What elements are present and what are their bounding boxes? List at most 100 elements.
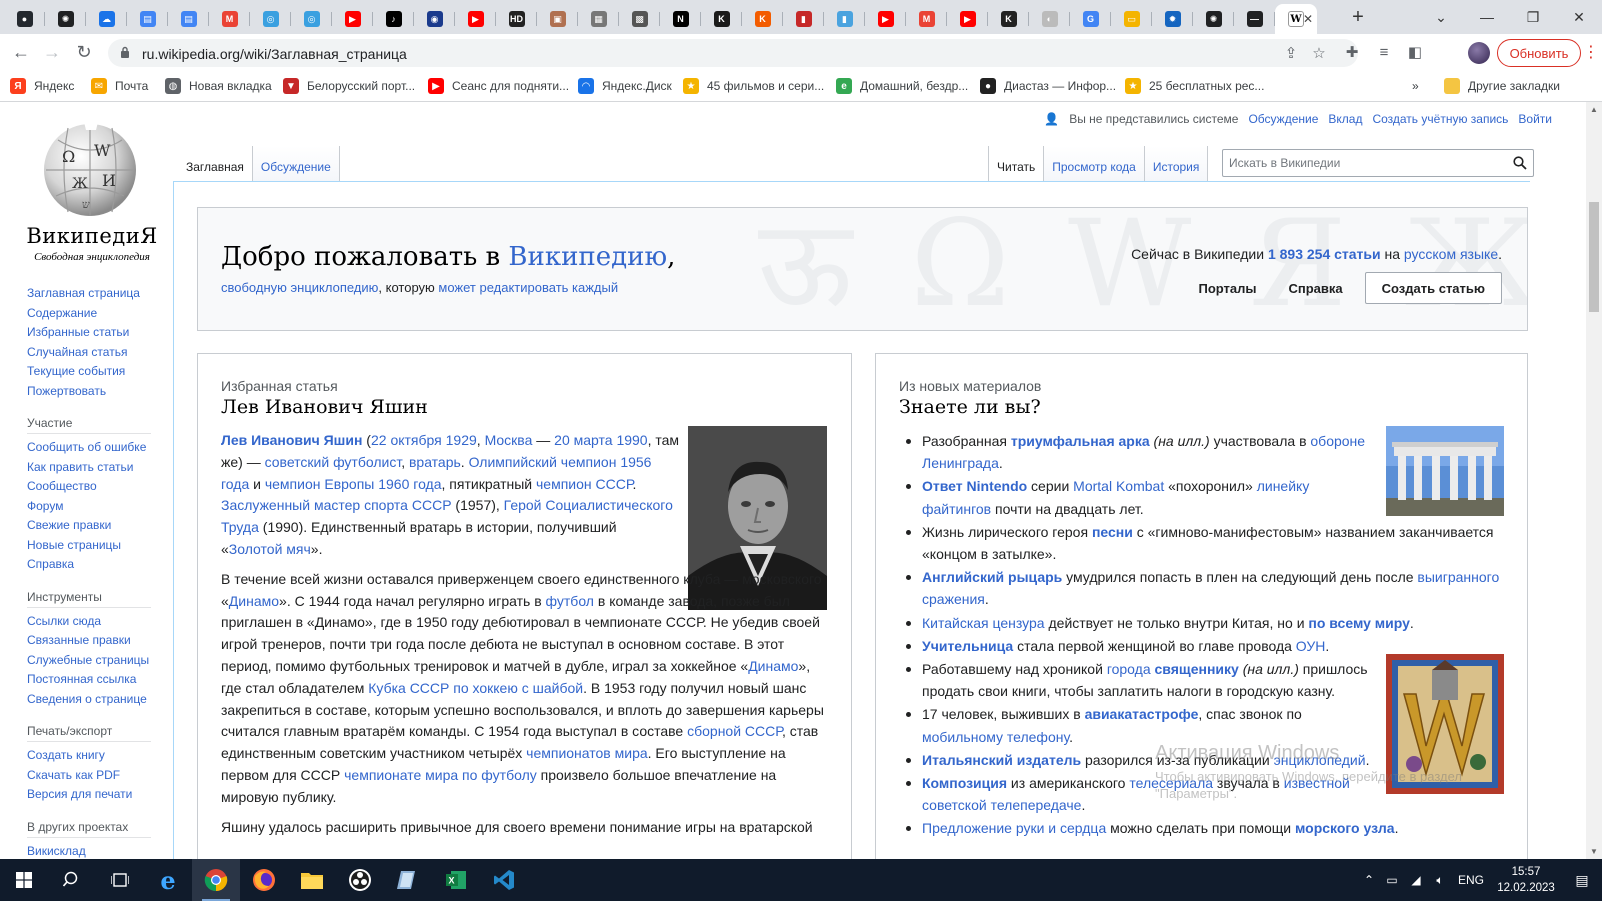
browser-tab[interactable]: M [209, 4, 250, 34]
browser-tab[interactable]: ◎ [250, 4, 291, 34]
sidebar-link[interactable]: Случайная статья [27, 343, 177, 363]
sidebar-link[interactable]: Сообщество [27, 477, 177, 497]
browser-tab[interactable]: ▶ [332, 4, 373, 34]
browser-tab[interactable]: ▶ [455, 4, 496, 34]
talk-link[interactable]: Обсуждение [1248, 112, 1318, 126]
article-link[interactable]: авиакатастрофе [1085, 706, 1199, 722]
free-encyclopedia-link[interactable]: свободную энциклопедию [221, 280, 378, 295]
browser-tab[interactable]: G [1070, 4, 1111, 34]
clock[interactable]: 15:57 12.02.2023 [1490, 864, 1562, 896]
tab-main-page[interactable]: Заглавная [178, 146, 253, 182]
article-link[interactable]: морского узла [1295, 820, 1395, 836]
sidebar-link[interactable]: Служебные страницы [27, 651, 177, 671]
sidebar-link[interactable]: Связанные правки [27, 631, 177, 651]
search-input[interactable] [1223, 150, 1509, 176]
portals-button[interactable]: Порталы [1182, 272, 1272, 304]
back-button[interactable]: ← [9, 40, 33, 64]
browser-tab[interactable]: ✺ [45, 4, 86, 34]
login-link[interactable]: Войти [1518, 112, 1552, 126]
taskbar-search-button[interactable] [48, 859, 96, 901]
article-count-link[interactable]: 1 893 254 статьи [1268, 246, 1381, 262]
article-link[interactable]: телесериала [1129, 775, 1213, 791]
reload-button[interactable]: ↻ [72, 40, 96, 64]
battery-icon[interactable]: ▭ [1380, 873, 1404, 887]
sidebar-link[interactable]: Содержание [27, 304, 177, 324]
extensions-icon[interactable]: ✚ [1342, 42, 1362, 62]
article-link[interactable]: сборной СССР [687, 723, 782, 739]
create-account-link[interactable]: Создать учётную запись [1372, 112, 1508, 126]
sidebar-link[interactable]: Форум [27, 497, 177, 517]
article-link[interactable]: священнику [1155, 661, 1239, 677]
anyone-can-edit-link[interactable]: может редактировать каждый [438, 280, 618, 295]
browser-tab[interactable]: K [742, 4, 783, 34]
article-link[interactable]: футболист [333, 454, 401, 470]
article-link[interactable]: 1929 [446, 432, 477, 448]
search-icon[interactable] [1513, 156, 1527, 170]
sidebar-link[interactable]: Ссылки сюда [27, 612, 177, 632]
browser-tab[interactable]: ◐ [1029, 4, 1070, 34]
browser-tab[interactable]: K [701, 4, 742, 34]
article-link[interactable]: вратарь [409, 454, 461, 470]
sidebar-link[interactable]: Заглавная страница [27, 284, 177, 304]
bookmark-item[interactable]: ◠ Яндекс.Диск [578, 77, 672, 95]
bookmark-item[interactable]: ★ 45 фильмов и сери... [683, 77, 824, 95]
article-link[interactable]: Динамо [748, 658, 798, 674]
tray-expand-icon[interactable]: ⌃ [1358, 873, 1380, 887]
article-link[interactable]: 1990 [616, 432, 647, 448]
share-icon[interactable]: ⇪ [1282, 44, 1300, 62]
media-control-icon[interactable]: ≡ [1374, 42, 1394, 62]
article-link[interactable]: чемпион Европы 1960 года [265, 476, 442, 492]
article-link[interactable]: Ответ Nintendo [922, 478, 1027, 494]
tab-talk[interactable]: Обсуждение [252, 146, 340, 182]
browser-tab[interactable]: HD [496, 4, 537, 34]
article-link[interactable]: энциклопедий [1274, 752, 1366, 768]
article-link[interactable]: Учительница [922, 638, 1013, 654]
article-link[interactable]: Динамо [229, 593, 279, 609]
side-panel-icon[interactable]: ◧ [1405, 42, 1425, 62]
task-view-button[interactable] [96, 859, 144, 901]
browser-tab-active[interactable]: W ✕ [1275, 4, 1317, 34]
article-link[interactable]: Китайская цензура [922, 615, 1045, 631]
browser-tab[interactable]: ▶ [865, 4, 906, 34]
browser-tab[interactable]: ▤ [127, 4, 168, 34]
article-link[interactable]: Заслуженный мастер спорта СССР [221, 497, 452, 513]
tab-search-icon[interactable]: ⌄ [1418, 0, 1464, 34]
article-link[interactable]: футбол [546, 593, 594, 609]
taskbar-notes-app[interactable] [384, 859, 432, 901]
article-link[interactable]: Mortal Kombat [1073, 478, 1164, 494]
article-link[interactable]: чемпионате мира по футболу [344, 767, 537, 783]
browser-tab[interactable]: ▮ [824, 4, 865, 34]
volume-icon[interactable]: 🔈︎ [1428, 873, 1452, 888]
wikipedia-link[interactable]: Википедию [508, 242, 667, 272]
browser-tab[interactable]: ▮ [783, 4, 824, 34]
sidebar-link[interactable]: Свежие правки [27, 516, 177, 536]
maximize-button[interactable]: ❐ [1510, 0, 1556, 34]
bookmark-item[interactable]: ● Диастаз — Инфор... [980, 77, 1116, 95]
browser-tab[interactable]: ▭ [1111, 4, 1152, 34]
taskbar-internet-explorer[interactable]: e [144, 859, 192, 901]
notifications-icon[interactable]: ▤ [1562, 872, 1602, 889]
sidebar-link[interactable]: Справка [27, 555, 177, 575]
taskbar-vscode[interactable] [480, 859, 528, 901]
sidebar-link[interactable]: Избранные статьи [27, 323, 177, 343]
sidebar-link[interactable]: Скачать как PDF [27, 766, 177, 786]
minimize-button[interactable]: — [1464, 0, 1510, 34]
sidebar-link[interactable]: Создать книгу [27, 746, 177, 766]
article-link[interactable]: мобильному телефону [922, 729, 1069, 745]
article-link[interactable]: Золотой мяч [229, 541, 311, 557]
taskbar-obs[interactable] [336, 859, 384, 901]
wikipedia-logo[interactable]: Ω W Ж И ש ВикипедиЯ Свободная энциклопед… [24, 116, 160, 263]
browser-tab[interactable]: K [988, 4, 1029, 34]
sidebar-link[interactable]: Викисклад [27, 842, 177, 860]
sidebar-link[interactable]: Сведения о странице [27, 690, 177, 710]
tab-read[interactable]: Читать [988, 146, 1045, 182]
browser-tab[interactable]: ▩ [619, 4, 660, 34]
article-link[interactable]: Москва [485, 432, 533, 448]
article-link[interactable]: чемпионатов мира [526, 745, 648, 761]
taskbar-chrome[interactable] [192, 859, 240, 901]
browser-tab[interactable]: ✹ [1152, 4, 1193, 34]
bookmark-item[interactable]: ▶ Сеанс для подняти... [428, 77, 569, 95]
browser-tab[interactable]: ▤ [168, 4, 209, 34]
bookmark-item[interactable]: Я Яндекс [10, 77, 74, 95]
help-button[interactable]: Справка [1273, 272, 1359, 304]
